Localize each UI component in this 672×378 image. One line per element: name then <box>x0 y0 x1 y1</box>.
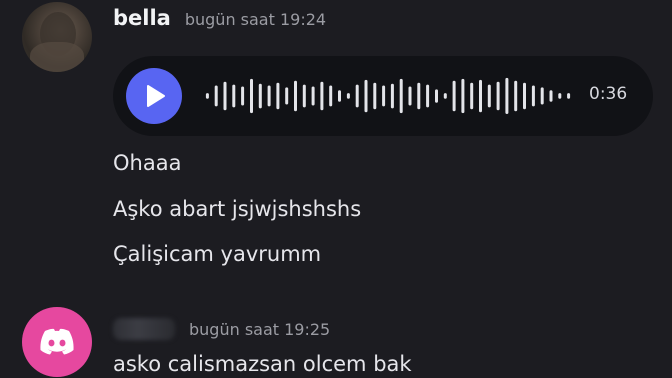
waveform-bar <box>408 86 412 106</box>
waveform-bar <box>461 78 465 114</box>
waveform-bar <box>232 84 236 108</box>
waveform-bar <box>311 86 315 106</box>
waveform-bar <box>241 86 245 106</box>
timestamp: bugün saat 19:24 <box>184 10 327 29</box>
waveform-bar <box>470 82 474 110</box>
waveform-bar <box>399 78 403 114</box>
voice-duration: 0:36 <box>589 84 628 104</box>
waveform-bar <box>346 93 350 99</box>
waveform-bar <box>250 78 253 114</box>
waveform-bar <box>479 79 482 113</box>
message-line: Çalişicam yavrumm <box>113 242 322 266</box>
waveform-bar <box>214 85 218 107</box>
waveform-bar <box>558 93 562 99</box>
waveform-bar <box>505 77 509 114</box>
waveform-bar <box>267 85 271 107</box>
waveform-bar <box>443 93 447 99</box>
waveform-bar <box>426 84 430 108</box>
username[interactable]: bella <box>113 6 171 30</box>
discord-logo-icon <box>40 328 74 355</box>
waveform-bar <box>523 82 526 110</box>
waveform-bar <box>435 89 438 103</box>
waveform-bar <box>223 81 227 111</box>
waveform-bar <box>373 82 377 110</box>
message-line: Ohaaa <box>113 151 182 175</box>
waveform-bar <box>382 85 386 107</box>
play-icon <box>147 85 165 107</box>
message-header: bella bugün saat 19:24 <box>113 6 326 30</box>
voice-message: 0:36 <box>113 56 653 136</box>
waveform-bar <box>320 81 324 111</box>
waveform-bar <box>364 79 368 113</box>
play-button[interactable] <box>126 68 182 124</box>
waveform-bar <box>329 85 333 107</box>
waveform[interactable] <box>203 76 573 116</box>
waveform-bar <box>276 82 280 110</box>
message-line: Aşko abart jsjwjshshshs <box>113 197 362 221</box>
waveform-bar <box>417 82 421 110</box>
chat-view: bella bugün saat 19:24 0:36 Ohaaa Aşko a… <box>0 0 672 378</box>
waveform-bar <box>540 87 544 105</box>
waveform-bar <box>294 80 297 112</box>
waveform-bar <box>355 84 359 108</box>
message-line: asko calismazsan olcem bak <box>113 352 412 376</box>
avatar-default[interactable] <box>22 307 92 377</box>
waveform-bar <box>258 83 262 109</box>
waveform-bar <box>452 80 456 112</box>
waveform-bar <box>338 90 341 102</box>
waveform-bar <box>567 93 571 99</box>
avatar-bella[interactable] <box>22 2 92 72</box>
waveform-bar <box>549 90 553 102</box>
waveform-bar <box>496 81 500 111</box>
waveform-bar <box>487 84 491 108</box>
message-header: bugün saat 19:25 <box>113 318 330 340</box>
username-redacted[interactable] <box>113 318 175 340</box>
waveform-bar <box>514 80 518 112</box>
waveform-bar <box>205 93 209 99</box>
waveform-bar <box>285 87 289 105</box>
waveform-bar <box>390 83 394 109</box>
waveform-bar <box>302 84 306 108</box>
avatar-photo-shape <box>30 42 84 72</box>
waveform-bar <box>531 85 535 107</box>
timestamp: bugün saat 19:25 <box>189 319 331 339</box>
